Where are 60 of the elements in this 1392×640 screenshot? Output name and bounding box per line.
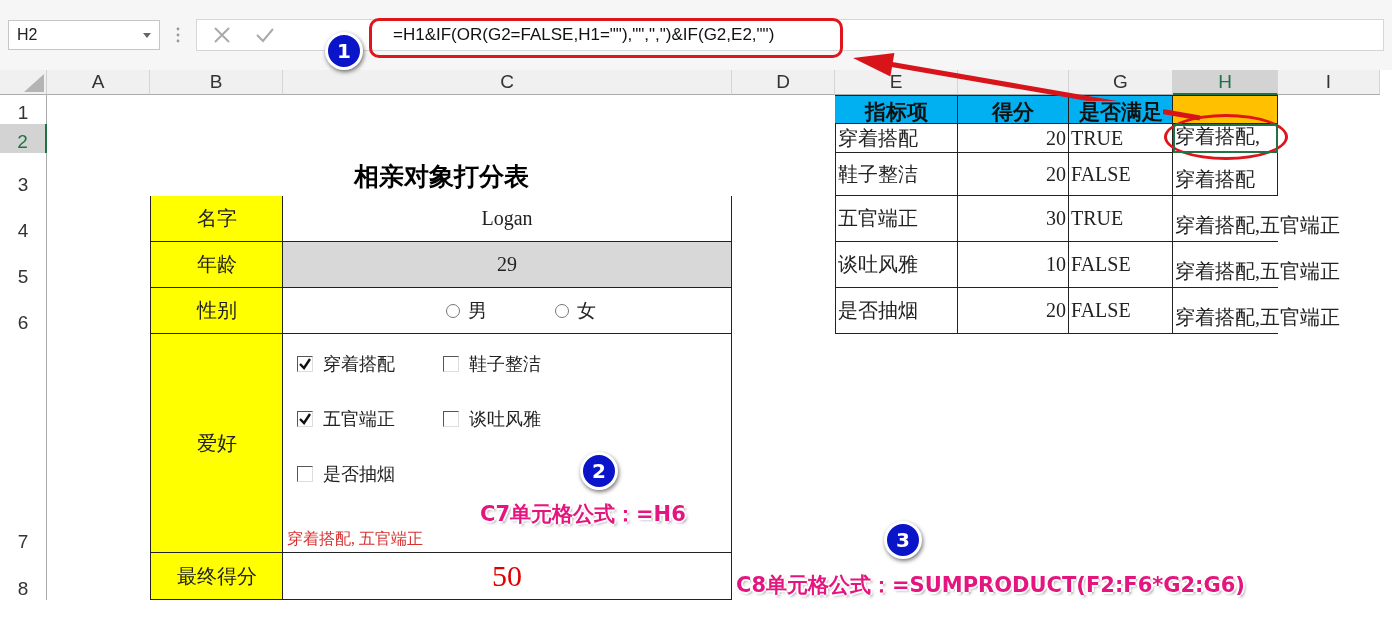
dropdown-icon [143,32,151,38]
annotation-text: C7单元格公式：=H6 [480,501,686,528]
table-cell: TRUE [1069,124,1173,153]
column-header[interactable]: C [500,71,514,93]
column-header[interactable]: A [91,71,105,93]
table-cell: 穿着搭配 [835,124,958,153]
column-header[interactable]: E [889,71,903,93]
row-header[interactable]: 2 [0,124,47,153]
form-title: 相亲对象打分表 [353,162,529,192]
table-cell: 10 [958,242,1069,288]
table-cell: 是否抽烟 [835,288,958,334]
column-header[interactable]: D [776,71,790,93]
table-header: 是否满足 [1078,100,1163,123]
table-cell: 鞋子整洁 [835,153,958,196]
field-label: 性别 [150,288,283,334]
table-header: 指标项 [864,100,928,123]
name-box[interactable]: H2 [8,20,160,50]
checkbox[interactable]: 是否抽烟 [297,462,443,486]
table-cell: 30 [958,196,1069,242]
field-label: 爱好 [150,334,283,553]
number-badge: 3 [884,521,922,559]
column-header[interactable]: I [1325,71,1332,93]
more-icon [176,27,180,43]
result-text: 穿着搭配, 五官端正 [287,529,423,549]
score-cell: 50 [283,553,732,600]
number-badge: 2 [580,452,618,490]
table-cell: TRUE [1069,196,1173,242]
table-cell: FALSE [1069,242,1173,288]
radio-button[interactable]: 男 [446,297,487,324]
table-header: 得分 [992,100,1034,123]
table-cell: 20 [958,124,1069,153]
table-cell: FALSE [1069,288,1173,334]
checkbox[interactable]: 五官端正 [297,407,443,431]
table-cell-text: 穿着搭配,五官端正 [1175,259,1340,284]
enter-icon[interactable] [255,27,275,43]
table-cell-text: 穿着搭配,五官端正 [1175,213,1340,238]
table-cell-text: 穿着搭配 [1175,167,1255,192]
checkbox[interactable]: 谈吐风雅 [443,407,593,431]
column-header[interactable]: H [1218,70,1232,93]
checkbox[interactable]: 穿着搭配 [297,352,443,376]
checkmark-icon [299,413,311,425]
age-cell: 29 [283,242,732,288]
checkmark-icon [299,358,311,370]
table-cell: FALSE [1069,153,1173,196]
select-all-icon[interactable] [24,74,44,92]
table-cell: 五官端正 [835,196,958,242]
column-header[interactable]: B [209,71,223,93]
field-label: 年龄 [150,242,283,288]
field-label: 名字 [150,196,283,242]
table-cell-text: 穿着搭配, [1175,124,1260,149]
table-cell: 谈吐风雅 [835,242,958,288]
table-cell: 20 [958,153,1069,196]
field-label: 最终得分 [150,553,283,600]
radio-button[interactable]: 女 [555,297,596,324]
table-cell: 20 [958,288,1069,334]
checkbox[interactable]: 鞋子整洁 [443,352,593,376]
table-cell-text: 穿着搭配,五官端正 [1175,305,1340,330]
column-header[interactable]: G [1113,71,1128,93]
cancel-icon[interactable] [213,26,231,44]
annotation-text: C8单元格公式：=SUMPRODUCT(F2:F6*G2:G6) [736,572,1245,599]
